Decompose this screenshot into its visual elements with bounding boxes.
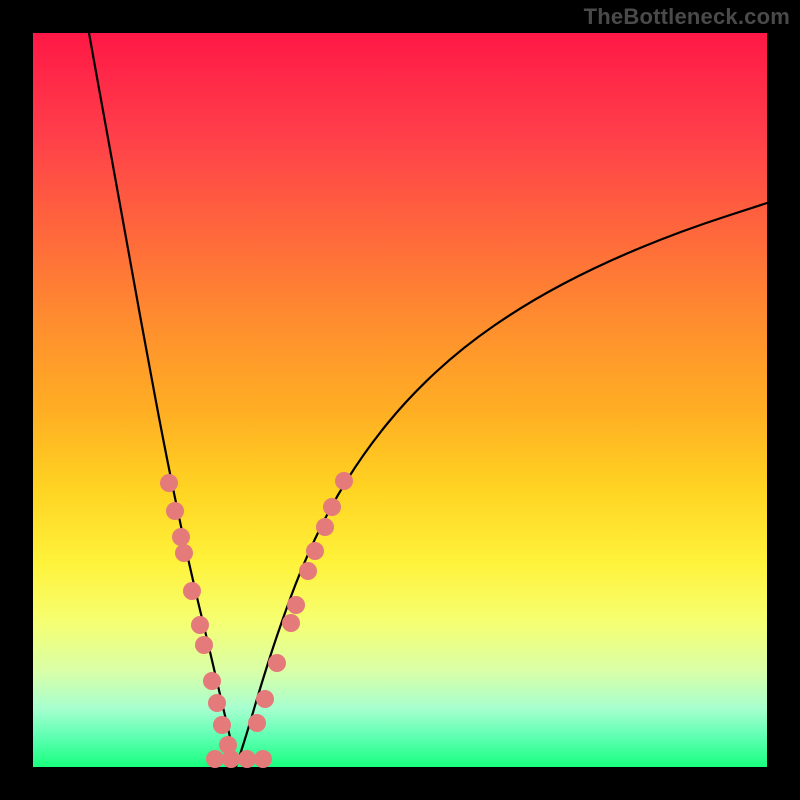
data-marker [306,542,324,560]
data-marker [175,544,193,562]
watermark-label: TheBottleneck.com [584,4,790,30]
data-marker [213,716,231,734]
data-marker [299,562,317,580]
data-marker [183,582,201,600]
data-marker [203,672,221,690]
data-marker [268,654,286,672]
data-marker [323,498,341,516]
data-marker [191,616,209,634]
curve-right-branch [236,203,767,767]
data-marker [282,614,300,632]
data-marker [256,690,274,708]
data-marker [238,750,256,768]
data-marker [222,750,240,768]
data-marker [287,596,305,614]
chart-frame: TheBottleneck.com [0,0,800,800]
data-marker [166,502,184,520]
data-marker [172,528,190,546]
data-marker [316,518,334,536]
data-marker [160,474,178,492]
data-marker [206,750,224,768]
data-marker [195,636,213,654]
curve-left-branch [89,33,236,767]
plot-area [33,33,767,767]
data-marker [248,714,266,732]
marker-group [160,472,353,768]
data-marker [335,472,353,490]
data-marker [254,750,272,768]
curve-layer [33,33,767,767]
data-marker [208,694,226,712]
